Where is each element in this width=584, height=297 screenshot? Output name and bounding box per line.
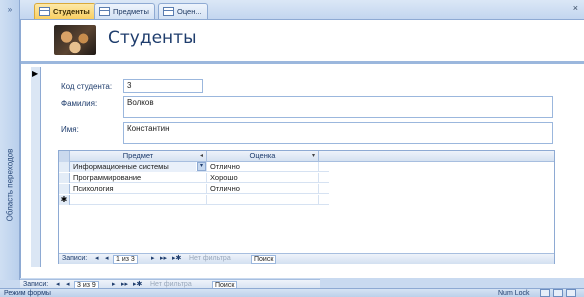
form-header: Студенты <box>21 20 584 64</box>
num-lock-indicator: Num Lock <box>498 290 530 297</box>
form-icon <box>99 7 110 16</box>
select-all-button[interactable] <box>59 151 70 162</box>
students-form: Студенты ▶ Код студента: 3 Фамилия: Волк… <box>20 20 584 278</box>
current-record-arrow-icon: ▶ <box>32 69 39 78</box>
chevron-down-icon[interactable]: ▾ <box>197 162 206 171</box>
first-name-field[interactable]: Константин <box>123 122 553 144</box>
dropdown-arrow-icon[interactable]: ▾ <box>312 151 315 161</box>
row-selector[interactable] <box>59 184 70 194</box>
form-logo-image <box>54 25 96 55</box>
document-tabs: Студенты Предметы Оцен... × <box>20 0 584 20</box>
new-record-button[interactable]: ▸✱ <box>172 254 181 264</box>
search-input[interactable]: Поиск <box>251 255 277 264</box>
filter-status-button[interactable]: Нет фильтра <box>189 254 231 264</box>
navigation-pane-label[interactable]: Область переходов <box>2 140 18 230</box>
column-header-subject[interactable]: Предмет ◂ <box>70 151 207 162</box>
access-window: » Область переходов Студенты Предметы Оц… <box>0 0 584 297</box>
form-view-button[interactable] <box>540 289 550 297</box>
subject-cell[interactable]: Информационные системы ▾ <box>70 162 207 172</box>
row-selector[interactable] <box>59 173 70 183</box>
student-id-field[interactable]: 3 <box>123 79 203 93</box>
grade-cell[interactable] <box>207 195 319 205</box>
student-id-label: Код студента: <box>61 82 113 91</box>
expand-nav-pane-button[interactable]: » <box>4 5 16 15</box>
subject-cell[interactable]: Психология <box>70 184 207 194</box>
design-view-button[interactable] <box>566 289 576 297</box>
close-icon[interactable]: × <box>573 3 578 13</box>
subject-cell[interactable]: Программирование <box>70 173 207 183</box>
records-label: Записи: <box>62 255 88 262</box>
last-name-label: Фамилия: <box>61 99 98 108</box>
record-position-input[interactable]: 1 из 3 <box>113 255 138 264</box>
new-record-row[interactable]: ✱ <box>59 195 329 205</box>
first-name-label: Имя: <box>61 125 79 134</box>
tab-subjects[interactable]: Предметы <box>94 3 155 19</box>
grade-cell[interactable]: Хорошо <box>207 173 319 183</box>
subject-cell[interactable] <box>70 195 207 205</box>
new-record-icon[interactable]: ✱ <box>59 195 70 205</box>
tab-grades[interactable]: Оцен... <box>158 3 208 19</box>
grade-cell[interactable]: Отлично <box>207 162 319 172</box>
table-row[interactable]: Программирование Хорошо <box>59 173 329 183</box>
last-record-icon[interactable]: ▸▸ <box>160 254 167 264</box>
form-icon <box>163 7 174 16</box>
tab-students[interactable]: Студенты <box>34 3 96 19</box>
page-title: Студенты <box>108 28 197 48</box>
sort-arrow-icon[interactable]: ◂ <box>200 151 203 161</box>
next-record-icon[interactable]: ▸ <box>151 254 155 264</box>
previous-record-icon[interactable]: ◂ <box>105 254 109 264</box>
subform-header-row: Предмет ◂ Оценка ▾ <box>59 151 554 162</box>
last-name-field[interactable]: Волков <box>123 96 553 118</box>
table-row[interactable]: Психология Отлично <box>59 184 329 194</box>
form-icon <box>39 7 50 16</box>
column-header-grade[interactable]: Оценка ▾ <box>207 151 319 162</box>
grade-cell[interactable]: Отлично <box>207 184 319 194</box>
datasheet-view-button[interactable] <box>553 289 563 297</box>
navigation-pane[interactable]: » Область переходов <box>0 0 20 280</box>
row-selector[interactable] <box>59 162 70 172</box>
view-mode-status: Режим формы <box>4 290 51 297</box>
status-bar: Режим формы Num Lock <box>0 288 584 297</box>
subform-record-navigator: Записи: ◂ ◂ 1 из 3 ▸ ▸▸ ▸✱ Нет фильтра П… <box>59 253 554 264</box>
table-row[interactable]: Информационные системы ▾ Отлично <box>59 162 329 172</box>
record-selector[interactable]: ▶ <box>31 67 41 267</box>
grades-subform: Предмет ◂ Оценка ▾ Информационные систем… <box>58 150 555 264</box>
first-record-icon[interactable]: ◂ <box>95 254 99 264</box>
